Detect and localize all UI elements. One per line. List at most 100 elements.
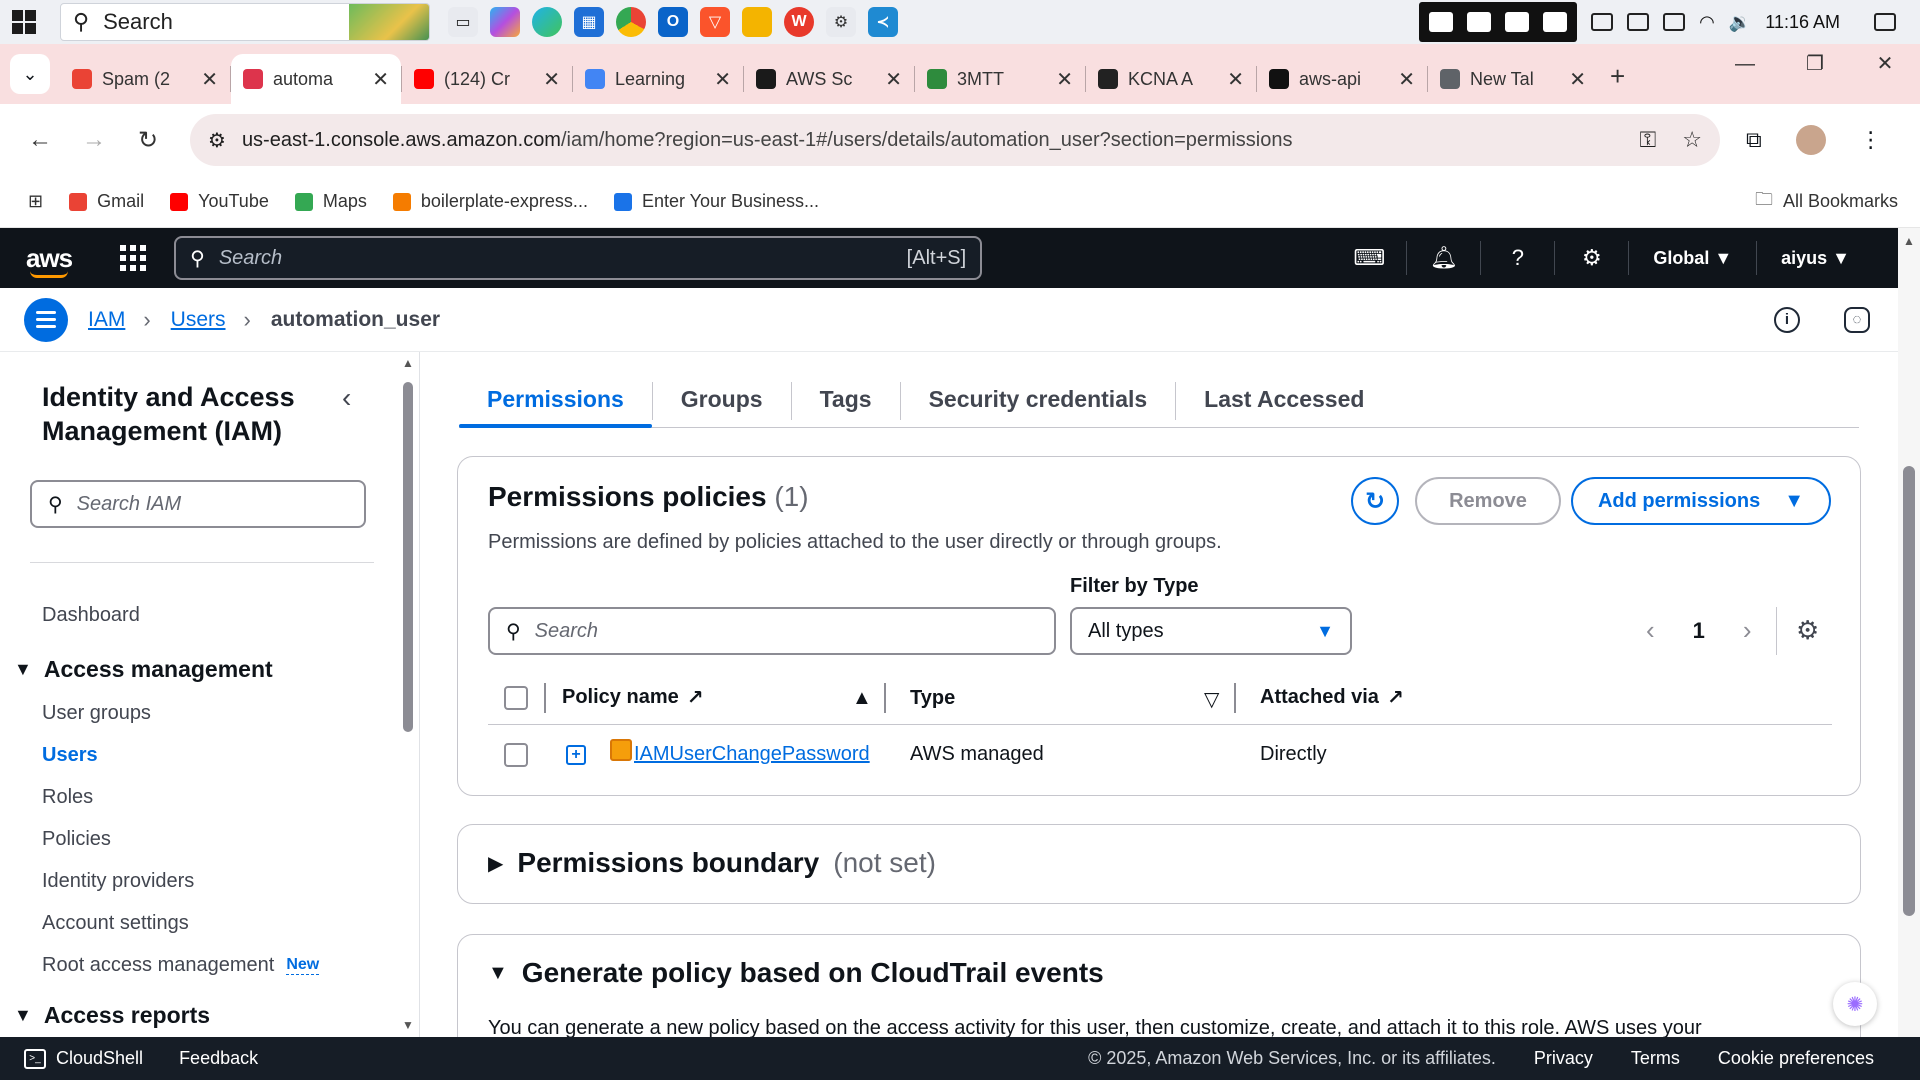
settings-gear-icon[interactable]: ⚙ xyxy=(826,7,856,37)
edge-icon[interactable] xyxy=(532,7,562,37)
close-tab-icon[interactable]: ✕ xyxy=(1569,67,1586,92)
browser-tab[interactable]: AWS Sc ✕ xyxy=(744,54,914,104)
sidebar-section-access-reports[interactable]: ▼ Access reports xyxy=(14,1002,210,1029)
sidebar-item-identity-providers[interactable]: Identity providers xyxy=(42,870,194,893)
account-menu[interactable]: aiyus ▼ xyxy=(1756,241,1874,275)
prev-page-icon[interactable]: ‹ xyxy=(1646,615,1655,646)
new-tab-icon[interactable]: + xyxy=(1610,61,1625,92)
copilot-icon[interactable] xyxy=(490,7,520,37)
camera-icon[interactable] xyxy=(1429,12,1454,32)
breadcrumb-users[interactable]: Users xyxy=(171,308,226,332)
close-tab-icon[interactable]: ✕ xyxy=(885,67,902,92)
sidebar-item-account-settings[interactable]: Account settings xyxy=(42,912,189,935)
filter-type-select[interactable]: All types ▼ xyxy=(1070,607,1352,655)
browser-tab[interactable]: Learning ✕ xyxy=(573,54,743,104)
back-icon[interactable]: ← xyxy=(20,126,60,154)
policy-search-input[interactable]: ⚲ Search xyxy=(488,607,1056,655)
column-attached-via[interactable]: Attached via ↗ xyxy=(1260,685,1404,710)
wps-icon[interactable]: W xyxy=(784,7,814,37)
chrome-icon[interactable] xyxy=(616,7,646,37)
permissions-boundary-card[interactable]: ▶ Permissions boundary (not set) xyxy=(457,824,1861,904)
file-explorer-icon[interactable] xyxy=(742,7,772,37)
sidebar-item-policies[interactable]: Policies xyxy=(42,828,111,851)
taskbar-search[interactable]: ⚲ Search xyxy=(60,3,430,41)
bookmark-item[interactable]: Gmail xyxy=(69,191,144,212)
page-scrollbar[interactable]: ▲ xyxy=(1898,228,1920,1037)
column-type[interactable]: Type xyxy=(910,687,955,710)
info-icon[interactable]: i xyxy=(1774,306,1800,333)
help-icon[interactable]: ? xyxy=(1480,241,1554,275)
sidebar-item-dashboard[interactable]: Dashboard xyxy=(42,604,140,627)
feedback-hex-icon[interactable]: ◌ xyxy=(1844,306,1870,333)
sidebar-item-user-groups[interactable]: User groups xyxy=(42,702,151,725)
tab-search-dropdown-icon[interactable]: ⌄ xyxy=(10,54,50,94)
clock[interactable]: 11:16 AM xyxy=(1765,12,1840,33)
browser-menu-icon[interactable]: ⋮ xyxy=(1860,127,1882,153)
collapse-sidebar-icon[interactable]: ‹ xyxy=(342,382,351,414)
sidebar-item-root-access[interactable]: Root access management New xyxy=(42,954,320,977)
settings-icon[interactable]: ⚙ xyxy=(1554,241,1628,275)
scrollbar-thumb[interactable] xyxy=(403,382,413,732)
notifications-icon[interactable] xyxy=(1874,13,1896,31)
expand-row-icon[interactable]: + xyxy=(566,745,586,765)
capture-settings-icon[interactable] xyxy=(1543,12,1568,32)
close-tab-icon[interactable]: ✕ xyxy=(714,67,731,92)
aws-search-input[interactable]: ⚲ Search [Alt+S] xyxy=(174,236,983,280)
browser-tab[interactable]: aws-api ✕ xyxy=(1257,54,1427,104)
onedrive-icon[interactable] xyxy=(1591,13,1614,31)
apps-grid-icon[interactable]: ⊞ xyxy=(28,191,43,212)
page-number[interactable]: 1 xyxy=(1693,618,1705,644)
bookmark-item[interactable]: boilerplate-express... xyxy=(392,191,588,212)
extensions-icon[interactable]: ⧉ xyxy=(1746,127,1762,153)
tab-permissions[interactable]: Permissions xyxy=(459,374,652,428)
scroll-up-icon[interactable]: ▲ xyxy=(1903,234,1915,248)
display-icon[interactable] xyxy=(1627,13,1650,31)
url-input[interactable]: ⚙ us-east-1.console.aws.amazon.com/iam/h… xyxy=(190,114,1720,166)
store-icon[interactable]: ▦ xyxy=(574,7,604,37)
sidebar-section-access-management[interactable]: ▼ Access management xyxy=(14,656,273,683)
password-key-icon[interactable]: ⚿ xyxy=(1640,127,1657,153)
close-tab-icon[interactable]: ✕ xyxy=(372,67,389,92)
cloudshell-button[interactable]: >_ CloudShell xyxy=(24,1048,143,1069)
sidebar-search-input[interactable]: ⚲ Search IAM xyxy=(30,480,366,528)
all-bookmarks[interactable]: 🗀 All Bookmarks xyxy=(1755,187,1898,217)
add-permissions-button[interactable]: Add permissions ▼ xyxy=(1571,477,1831,525)
aws-logo[interactable]: aws xyxy=(26,243,73,278)
sidebar-item-users[interactable]: Users xyxy=(42,744,98,767)
minimize-icon[interactable]: — xyxy=(1710,44,1780,84)
tab-groups[interactable]: Groups xyxy=(653,374,791,424)
browser-tab[interactable]: automa ✕ xyxy=(231,54,401,104)
scroll-down-icon[interactable]: ▼ xyxy=(402,1018,414,1032)
tab-security-credentials[interactable]: Security credentials xyxy=(901,374,1176,424)
video-icon[interactable] xyxy=(1467,12,1492,32)
next-page-icon[interactable]: › xyxy=(1743,615,1752,646)
select-all-checkbox[interactable] xyxy=(504,686,528,710)
browser-tab[interactable]: New Tal ✕ xyxy=(1428,54,1598,104)
bookmark-star-icon[interactable]: ☆ xyxy=(1682,127,1702,153)
window-icon[interactable] xyxy=(1505,12,1530,32)
refresh-button[interactable]: ↻ xyxy=(1351,477,1399,525)
sidebar-item-roles[interactable]: Roles xyxy=(42,786,93,809)
row-checkbox[interactable] xyxy=(504,743,528,767)
close-window-icon[interactable]: ✕ xyxy=(1850,44,1920,84)
notifications-bell-icon[interactable]: 🔔︎ xyxy=(1406,241,1480,275)
table-preferences-gear-icon[interactable]: ⚙ xyxy=(1796,615,1819,646)
vscode-icon[interactable]: ≺ xyxy=(868,7,898,37)
restore-icon[interactable]: ❐ xyxy=(1780,44,1850,84)
browser-tab[interactable]: (124) Cr ✕ xyxy=(402,54,572,104)
ai-assistant-icon[interactable]: ✺ xyxy=(1833,982,1877,1026)
cloudshell-icon[interactable]: ⌨ xyxy=(1332,241,1406,275)
profile-avatar[interactable] xyxy=(1795,125,1826,155)
sidebar-scrollbar[interactable]: ▲ ▼ xyxy=(400,352,416,1037)
browser-tab[interactable]: Spam (2 ✕ xyxy=(60,54,230,104)
cookie-preferences-link[interactable]: Cookie preferences xyxy=(1718,1048,1874,1069)
forward-icon[interactable]: → xyxy=(74,126,114,154)
bookmark-item[interactable]: YouTube xyxy=(170,191,269,212)
policy-name-link[interactable]: IAMUserChangePassword xyxy=(634,743,870,766)
tab-tags[interactable]: Tags xyxy=(792,374,900,424)
capture-toolbar[interactable] xyxy=(1419,2,1578,42)
bookmark-item[interactable]: Enter Your Business... xyxy=(613,191,819,212)
scroll-up-icon[interactable]: ▲ xyxy=(402,356,414,370)
region-selector[interactable]: Global ▼ xyxy=(1628,241,1756,275)
close-tab-icon[interactable]: ✕ xyxy=(1227,67,1244,92)
